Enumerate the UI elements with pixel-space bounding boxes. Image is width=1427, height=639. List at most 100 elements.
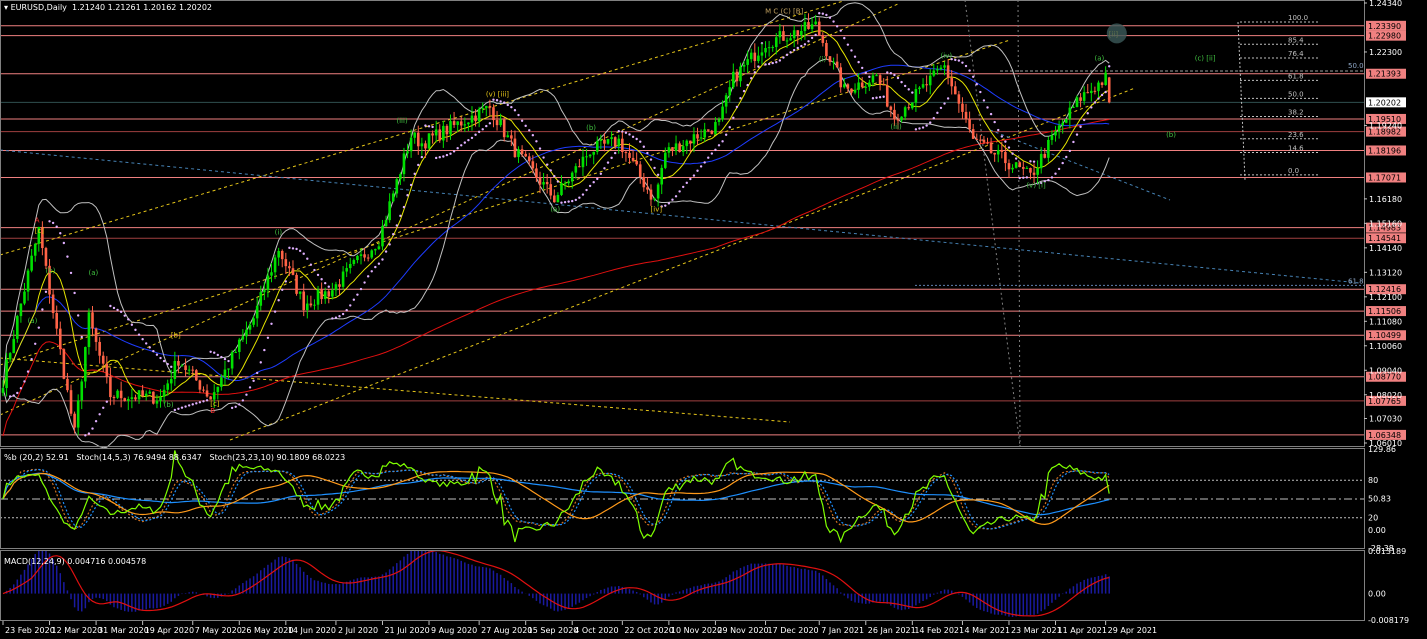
candle xyxy=(928,75,932,86)
candle xyxy=(907,107,911,109)
sar-dot xyxy=(213,351,216,354)
sar-dot xyxy=(596,177,599,181)
open-value: 1.21240 xyxy=(72,3,106,12)
level-price-label: 1.17071 xyxy=(1368,173,1401,182)
candle xyxy=(241,336,245,340)
sar-dot xyxy=(1100,93,1104,97)
candle xyxy=(252,318,255,325)
candle xyxy=(889,106,893,110)
price-chart[interactable]: 100.0 85.4 76.4 61.8 50.0 38.2 23.6 14.6 0.0 50.0… xyxy=(0,0,1427,639)
candle xyxy=(782,31,785,41)
candle xyxy=(338,284,341,287)
sar-dot xyxy=(209,350,212,353)
candle xyxy=(667,147,671,153)
sar-dot xyxy=(445,153,449,157)
date-tick-label: 29 Apr 2021 xyxy=(1108,626,1157,635)
candle xyxy=(442,125,445,141)
candle xyxy=(800,30,803,36)
sar-dot xyxy=(420,155,424,159)
candle xyxy=(574,166,578,173)
candle xyxy=(925,84,928,86)
axes: 1.233901.229801.213931.195101.189821.181… xyxy=(0,0,1409,635)
vertical-dotted-line xyxy=(1017,0,1021,447)
candle xyxy=(914,89,918,103)
sar-dot xyxy=(914,128,918,131)
sar-dot xyxy=(775,61,778,64)
sar-dot xyxy=(585,188,588,192)
sar-dot xyxy=(363,281,366,284)
candle xyxy=(1018,162,1022,168)
wave-label: (b) xyxy=(46,267,56,275)
sar-dot xyxy=(291,247,295,250)
wave-label: (i) xyxy=(819,56,827,64)
sar-dot xyxy=(1007,146,1011,149)
sar-dot xyxy=(277,299,280,302)
sar-dot xyxy=(957,59,961,62)
sar-dot xyxy=(1011,152,1014,155)
sar-dot xyxy=(467,138,470,142)
candle xyxy=(825,42,828,57)
candle xyxy=(1068,107,1072,119)
candle xyxy=(961,103,964,112)
macd-axis-label: 0.013189 xyxy=(1368,547,1406,556)
candle xyxy=(230,352,234,369)
sar-dot xyxy=(205,399,209,402)
sma-10-line xyxy=(2,30,1110,398)
candle xyxy=(388,201,391,221)
sar-dot xyxy=(964,64,968,68)
sar-dot xyxy=(778,59,782,62)
sar-dot xyxy=(137,333,141,336)
wave-label: (b) xyxy=(1166,131,1176,139)
candle xyxy=(302,291,306,311)
candle xyxy=(98,341,101,356)
candle xyxy=(860,82,864,88)
candle xyxy=(771,47,774,49)
candle xyxy=(878,75,882,85)
wave-label: (a) xyxy=(1094,54,1104,62)
date-tick-label: 21 Jul 2020 xyxy=(384,626,429,635)
candle xyxy=(706,129,710,131)
wave-label: (iii) xyxy=(396,117,408,125)
candle xyxy=(882,84,885,86)
sar-dot xyxy=(1097,97,1100,100)
sar-dot xyxy=(263,348,266,352)
candle xyxy=(470,115,474,123)
candle xyxy=(345,268,348,272)
sar-dot xyxy=(943,102,946,105)
candle xyxy=(628,152,631,158)
candle xyxy=(105,363,109,377)
sar-dot xyxy=(549,169,552,172)
sar-dot xyxy=(571,199,574,203)
sar-dot xyxy=(327,285,330,288)
candle xyxy=(993,152,996,155)
candle xyxy=(1004,151,1007,164)
candle xyxy=(91,312,94,329)
sar-dot xyxy=(477,130,481,134)
sar-dot xyxy=(409,183,413,187)
candle xyxy=(850,88,853,93)
candle xyxy=(127,399,130,401)
sar-dot xyxy=(202,400,205,403)
candle xyxy=(749,52,753,60)
sar-dot xyxy=(671,198,674,201)
candle xyxy=(112,397,116,399)
level-price-label: 1.21393 xyxy=(1368,70,1401,79)
sar-dot xyxy=(187,404,191,407)
horizontal-levels xyxy=(0,21,1364,436)
sar-dot xyxy=(1079,125,1082,128)
sar-dot xyxy=(810,36,814,40)
candle xyxy=(685,140,689,147)
candle xyxy=(323,291,327,300)
candle xyxy=(1104,72,1107,85)
oscillator-axis-label: 0.00 xyxy=(1368,526,1386,535)
candle xyxy=(739,66,742,82)
candle xyxy=(671,147,674,151)
fib-level-label: 0.0 xyxy=(1288,167,1299,175)
sar-dot xyxy=(1000,135,1004,138)
date-tick-label: 17 Dec 2020 xyxy=(768,626,819,635)
sar-dot xyxy=(270,322,273,326)
candle xyxy=(155,400,159,404)
sar-dot xyxy=(631,135,635,139)
candle xyxy=(653,198,656,200)
wave-label: [c] xyxy=(35,227,45,235)
